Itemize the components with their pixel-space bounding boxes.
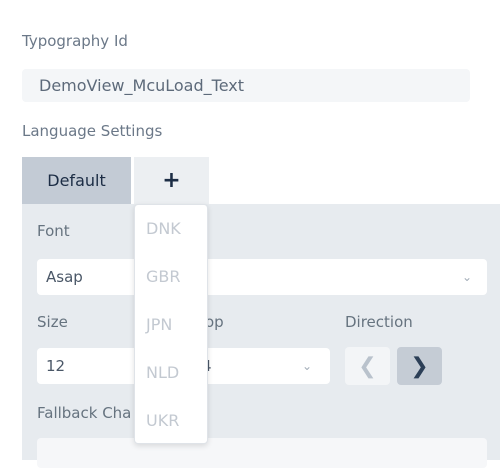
size-label: Size xyxy=(37,313,68,331)
typography-id-field[interactable]: DemoView_McuLoad_Text xyxy=(22,69,470,102)
language-dropdown: DNK GBR JPN NLD UKR xyxy=(134,204,208,444)
font-label: Font xyxy=(37,222,70,240)
tab-default[interactable]: Default xyxy=(22,157,131,204)
font-select[interactable]: Asap ⌄ xyxy=(37,259,487,295)
chevron-down-icon: ⌄ xyxy=(461,270,472,284)
fallback-label: Fallback Cha xyxy=(37,404,132,422)
direction-label: Direction xyxy=(345,313,413,331)
add-language-tab-button[interactable]: + xyxy=(134,157,209,204)
font-select-value: Asap xyxy=(46,268,83,286)
op-select[interactable]: 4 ⌄ xyxy=(190,348,330,384)
chevron-left-icon: ❮ xyxy=(358,353,377,379)
language-settings-label: Language Settings xyxy=(22,122,163,140)
typography-id-label: Typography Id xyxy=(22,32,128,50)
dropdown-option-dnk[interactable]: DNK xyxy=(135,205,207,253)
fallback-input[interactable] xyxy=(37,438,487,468)
dropdown-option-nld[interactable]: NLD xyxy=(135,349,207,397)
dropdown-option-gbr[interactable]: GBR xyxy=(135,253,207,301)
dropdown-option-jpn[interactable]: JPN xyxy=(135,301,207,349)
direction-left-button[interactable]: ❮ xyxy=(345,347,390,385)
direction-right-button[interactable]: ❯ xyxy=(397,347,442,385)
chevron-right-icon: ❯ xyxy=(410,353,429,379)
dropdown-option-ukr[interactable]: UKR xyxy=(135,397,207,445)
chevron-down-icon: ⌄ xyxy=(301,359,312,373)
